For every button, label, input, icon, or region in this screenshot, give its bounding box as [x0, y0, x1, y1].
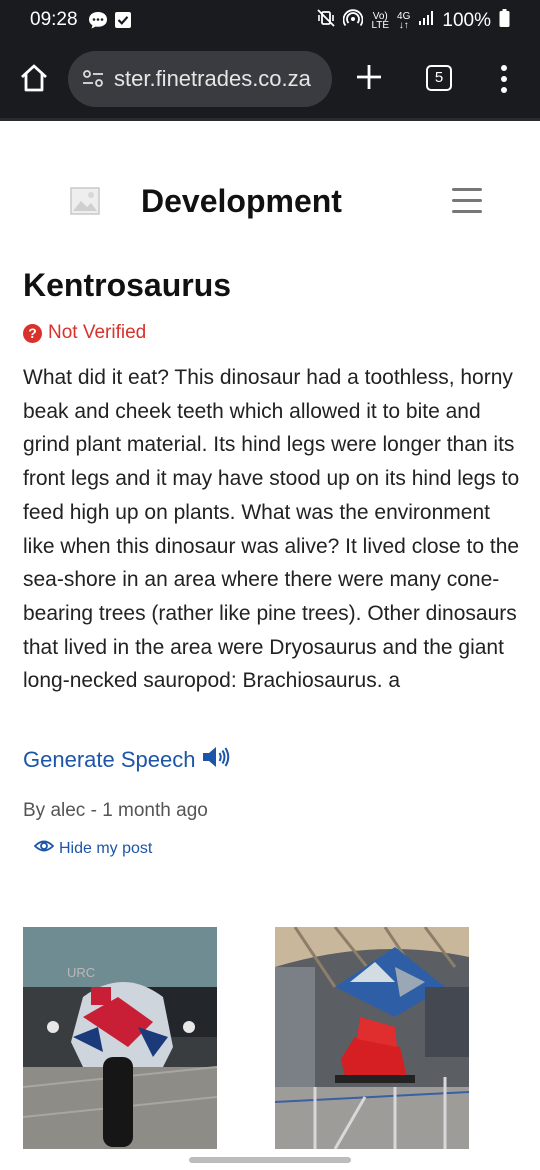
- broken-image-icon[interactable]: [70, 186, 100, 216]
- mute-vibrate-icon: [317, 9, 336, 33]
- status-bar: 09:28 Vo) LTE 4G ↓↑ 100%: [0, 0, 540, 40]
- status-time: 09:28: [30, 9, 78, 30]
- hide-post-button[interactable]: Hide my post: [33, 838, 152, 859]
- battery-level: 100%: [442, 10, 491, 31]
- status-label: Not Verified: [48, 322, 147, 343]
- generate-speech-button[interactable]: Generate Speech: [23, 745, 231, 775]
- photo1-sign-text: URC: [67, 965, 96, 980]
- volte-indicator: Vo) LTE: [371, 11, 390, 31]
- chat-bubble-icon: [88, 10, 108, 35]
- tabs-icon[interactable]: 5: [426, 65, 452, 91]
- hotspot-icon: [343, 9, 364, 33]
- plus-icon[interactable]: [354, 62, 384, 92]
- address-bar[interactable]: ster.finetrades.co.za: [68, 51, 332, 107]
- notification-icons: [88, 10, 132, 35]
- more-vert-icon[interactable]: [498, 64, 510, 94]
- battery-icon: [499, 9, 510, 33]
- url-text[interactable]: ster.finetrades.co.za: [114, 66, 311, 92]
- signal-icon: [418, 10, 434, 32]
- status-right: Vo) LTE 4G ↓↑ 100%: [317, 9, 510, 33]
- speech-label[interactable]: Generate Speech: [23, 747, 195, 773]
- home-icon[interactable]: [18, 62, 50, 94]
- post-image-motorcycle[interactable]: URC: [23, 927, 217, 1149]
- site-settings-icon[interactable]: [82, 69, 104, 94]
- eye-icon[interactable]: [33, 838, 55, 859]
- browser-toolbar: ster.finetrades.co.za 5: [0, 40, 540, 118]
- question-circle-icon: ?: [23, 323, 42, 343]
- post-byline: By alec - 1 month ago: [23, 800, 208, 821]
- site-title[interactable]: Development: [141, 183, 342, 220]
- home-indicator[interactable]: [189, 1157, 351, 1163]
- post-body: What did it eat? This dinosaur had a too…: [23, 366, 520, 693]
- post-image-car-exhibit[interactable]: [275, 927, 469, 1149]
- speaker-icon[interactable]: [201, 745, 231, 775]
- verification-status: ? Not Verified: [23, 322, 146, 344]
- site-header: Development: [0, 121, 540, 241]
- hamburger-menu-icon[interactable]: [452, 188, 482, 214]
- network-indicator: 4G ↓↑: [397, 11, 411, 31]
- checkbox-icon: [114, 10, 132, 35]
- hide-post-label[interactable]: Hide my post: [59, 840, 152, 858]
- post-title: Kentrosaurus: [23, 267, 232, 303]
